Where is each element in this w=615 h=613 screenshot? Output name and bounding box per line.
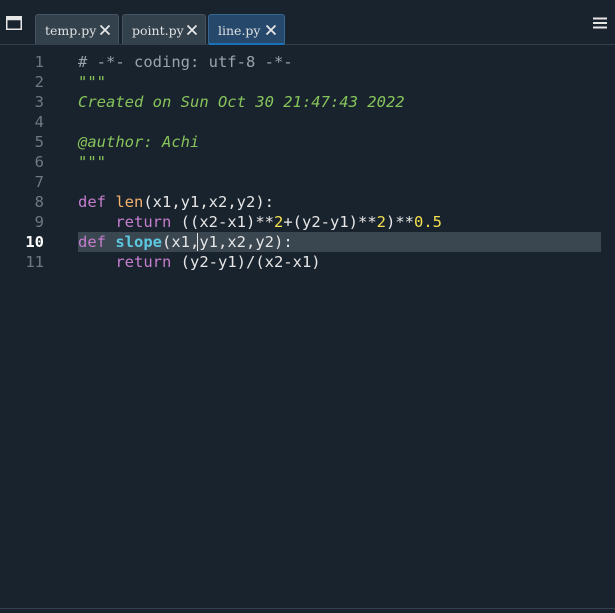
hamburger-menu-icon[interactable] [593, 17, 607, 29]
close-icon[interactable] [99, 24, 111, 36]
line-number: 11 [25, 253, 44, 271]
tab-temp-py[interactable]: temp.py [35, 14, 119, 44]
window-pane-icon[interactable] [6, 16, 22, 30]
line-number: 9 [34, 213, 44, 231]
line-number: 2 [34, 73, 44, 91]
code-token: def [78, 233, 106, 251]
tab-line-py[interactable]: line.py [208, 14, 285, 45]
code-line[interactable]: Created on Sun Oct 30 21:47:43 2022 [78, 92, 405, 112]
line-number: 5 [34, 133, 44, 151]
text-cursor [197, 233, 198, 251]
code-line[interactable]: """ [78, 152, 106, 172]
tab-label: temp.py [45, 23, 97, 38]
code-token: len [115, 193, 144, 211]
line-number: 10 [25, 233, 44, 251]
tab-bar: temp.py point.py line.py [0, 0, 615, 45]
line-number: 6 [34, 153, 44, 171]
close-icon[interactable] [265, 24, 277, 36]
code-line[interactable]: return (y2-y1)/(x2-x1) [78, 252, 321, 272]
code-token: slope [115, 233, 163, 251]
code-line[interactable]: return ((x2-x1)**2+(y2-y1)**2)**0.5 [78, 212, 442, 232]
code-token: """ [78, 153, 106, 171]
status-divider [0, 608, 615, 613]
code-token: (x1,y1,x2,y2): [162, 233, 293, 251]
line-number: 8 [34, 193, 44, 211]
code-token: (x1,y1,x2,y2): [143, 193, 274, 211]
code-line[interactable]: # -*- coding: utf-8 -*- [78, 52, 293, 72]
editor-window: temp.py point.py line.py 1 2 3 4 5 6 7 8 9 10 11 # [0, 0, 615, 613]
code-token: def [78, 193, 106, 211]
line-number: 3 [34, 93, 44, 111]
line-number: 7 [34, 173, 44, 191]
code-editor[interactable] [73, 45, 615, 608]
line-number: 4 [34, 113, 44, 131]
code-token: @author: Achi [78, 133, 200, 151]
tab-label: point.py [132, 23, 184, 38]
code-token: Created on Sun Oct 30 21:47:43 2022 [78, 93, 405, 111]
code-line[interactable]: @author: Achi [78, 132, 199, 152]
code-token: """ [78, 73, 106, 91]
code-token: )** [386, 213, 414, 231]
line-number: 1 [34, 53, 44, 71]
code-token: ((x2-x1)** [171, 213, 274, 231]
code-token: # -*- coding: utf-8 -*- [78, 53, 293, 71]
code-token: return [115, 213, 172, 231]
code-token: 2 [376, 213, 386, 231]
code-line[interactable]: def slope(x1,y1,x2,y2): [78, 232, 293, 252]
tab-label: line.py [218, 23, 261, 38]
code-token: 0.5 [414, 213, 442, 231]
code-token: 2 [273, 213, 284, 231]
code-token: (y2-y1)/(x2-x1) [171, 253, 321, 271]
code-line[interactable]: """ [78, 72, 106, 92]
tab-point-py[interactable]: point.py [122, 14, 206, 44]
code-token: return [115, 253, 172, 271]
close-icon[interactable] [186, 24, 198, 36]
code-line[interactable]: def len(x1,y1,x2,y2): [78, 192, 274, 212]
code-token: +(y2-y1)** [283, 213, 377, 231]
